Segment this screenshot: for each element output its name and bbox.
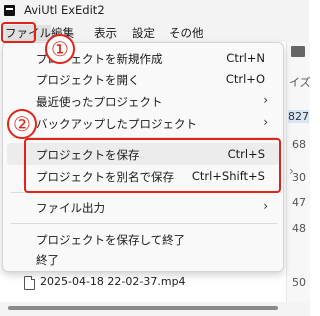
menu-bar: ファイル 編集 表示 設定 その他 (0, 22, 309, 42)
shortcut-label: Ctrl+N (226, 51, 265, 65)
folder-icon (291, 46, 305, 57)
menu-view[interactable]: 表示 (94, 25, 117, 41)
menu-item-label: プロジェクトを開く (36, 73, 140, 87)
step-2-marker: ② (7, 109, 37, 139)
size-cell: 50 (292, 276, 306, 289)
menu-item-open-project[interactable]: プロジェクトを開く Ctrl+O (3, 68, 283, 90)
menu-item-save-and-exit[interactable]: プロジェクトを保存して終了 (3, 228, 283, 250)
size-cell: 68 (292, 138, 306, 151)
shortcut-label: Ctrl+O (225, 72, 265, 86)
chevron-right-icon: › (263, 199, 268, 213)
menu-item-label: ファイル出力 (36, 201, 105, 215)
menu-item-backup-projects[interactable]: バックアップしたプロジェクト › (3, 112, 283, 134)
menu-other[interactable]: その他 (169, 25, 204, 41)
menu-item-export[interactable]: ファイル出力 › (3, 196, 283, 218)
highlight-box-file-menu (1, 22, 36, 43)
menu-item-label: プロジェクトを保存して終了 (36, 233, 186, 247)
menu-item-recent-projects[interactable]: 最近使ったプロジェクト › (3, 90, 283, 112)
chevron-right-icon: › (263, 93, 268, 107)
step-1-marker: ① (45, 34, 75, 64)
size-cell: 48 (292, 222, 306, 235)
size-cell: 47 (292, 196, 306, 209)
menu-separator (11, 223, 277, 224)
window-title: AviUtl ExEdit2 (24, 3, 105, 17)
size-cell: 827 (288, 110, 309, 123)
app-icon (4, 5, 15, 16)
highlight-box-save-items (24, 138, 281, 193)
file-icon (24, 276, 35, 290)
column-header-size: イズ (289, 76, 311, 89)
menu-item-label: バックアップしたプロジェクト (36, 117, 197, 131)
scrollbar-thumb[interactable] (8, 306, 278, 310)
menu-settings[interactable]: 設定 (132, 25, 155, 41)
chevron-right-icon: › (263, 115, 268, 129)
file-name: 2025-04-18 22-02-37.mp4 (40, 275, 186, 288)
title-bar: AviUtl ExEdit2 (0, 0, 309, 22)
menu-item-label: 終了 (36, 253, 59, 267)
size-cell: 30 (292, 171, 306, 184)
menu-item-exit[interactable]: 終了 (3, 248, 283, 270)
menu-item-label: 最近使ったプロジェクト (36, 95, 163, 109)
